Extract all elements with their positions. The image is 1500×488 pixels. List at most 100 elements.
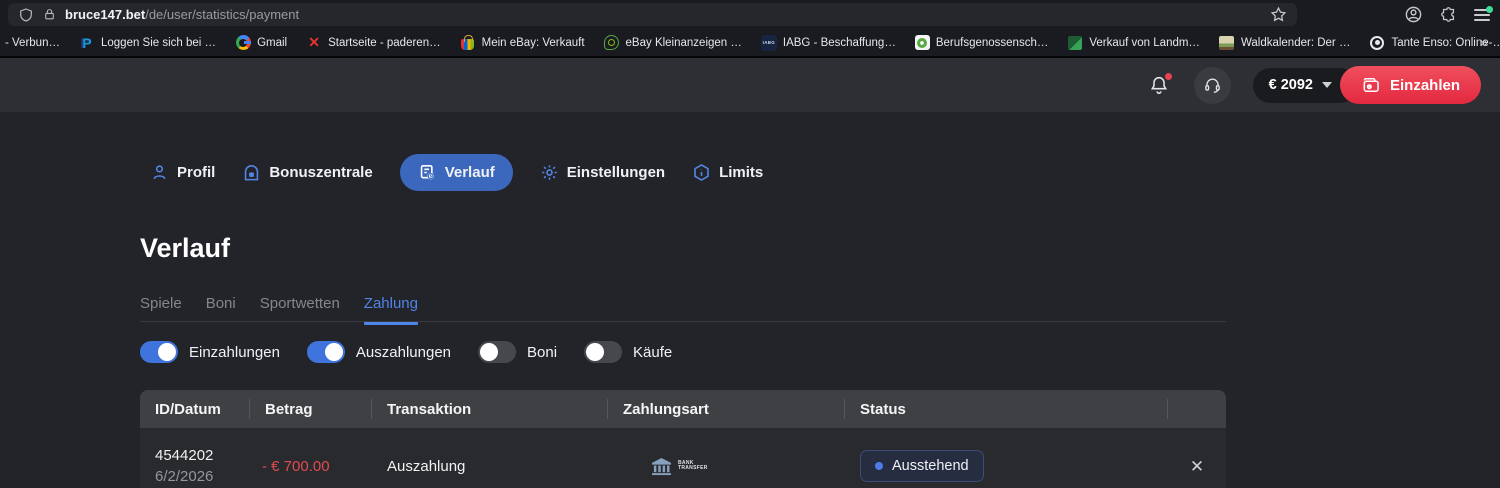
wallet-icon <box>1361 75 1381 95</box>
bookmark-label: eBay Kleinanzeigen … <box>626 37 742 49</box>
url-bar[interactable]: bruce147.bet/de/user/statistics/payment <box>8 3 1297 26</box>
cell-transaktion: Auszahlung <box>372 458 608 475</box>
cell-id-datum: 4544202 6/2/2026 <box>140 445 250 487</box>
col-transaktion: Transaktion <box>372 390 608 428</box>
forest-calendar-icon <box>1219 35 1235 51</box>
iabg-icon: IABG <box>761 35 777 51</box>
filter-auszahlungen: Auszahlungen <box>307 341 451 363</box>
bookmark-item[interactable]: Berufsgenossensch… <box>915 35 1049 50</box>
bookmarks-bar: - Verbun… P Loggen Sie sich bei … Gmail ✕… <box>0 29 1500 56</box>
url-path: /de/user/statistics/payment <box>145 7 299 22</box>
notification-dot <box>1165 73 1172 80</box>
filter-label: Boni <box>527 344 557 361</box>
payment-method-label: BANK TRANSFER <box>678 461 708 472</box>
browser-toolbar: bruce147.bet/de/user/statistics/payment <box>0 0 1500 29</box>
table-row: 4544202 6/2/2026 - € 700.00 Auszahlung B… <box>140 428 1226 488</box>
filter-label: Einzahlungen <box>189 344 280 361</box>
table-header: ID/Datum Betrag Transaktion Zahlungsart … <box>140 390 1226 428</box>
filter-label: Auszahlungen <box>356 344 451 361</box>
support-headset-icon[interactable] <box>1194 67 1231 104</box>
tab-limits[interactable]: Limits <box>692 154 763 191</box>
status-badge: Ausstehend <box>860 450 984 482</box>
cell-status: Ausstehend <box>845 450 1168 482</box>
cell-zahlungsart: BANK TRANSFER <box>608 457 845 476</box>
cell-betrag: - € 700.00 <box>250 458 372 475</box>
lock-icon[interactable] <box>43 8 56 21</box>
circle-dot-icon <box>1369 35 1385 51</box>
transactions-table: ID/Datum Betrag Transaktion Zahlungsart … <box>140 390 1226 488</box>
transaction-id: 4544202 <box>155 445 250 466</box>
bookmark-label: IABG - Beschaffung… <box>783 37 896 49</box>
paypal-icon: P <box>79 35 95 51</box>
bookmark-label: Startseite - paderen… <box>328 37 441 49</box>
bookmark-label: Waldkalender: Der … <box>1241 37 1351 49</box>
bookmark-item[interactable]: Verkauf von Landm… <box>1067 35 1200 51</box>
bookmark-label: - Verbun… <box>5 37 60 49</box>
cell-actions: ✕ <box>1168 458 1226 475</box>
bookmark-item[interactable]: IABG IABG - Beschaffung… <box>761 35 896 51</box>
browser-actions <box>1404 0 1490 29</box>
tab-profil[interactable]: Profil <box>150 154 215 191</box>
extensions-puzzle-icon[interactable] <box>1440 6 1457 23</box>
account-nav-tabs: Profil Bonuszentrale Verlauf Einstellung… <box>150 154 763 191</box>
transaction-date: 6/2/2026 <box>155 466 250 487</box>
toggle-auszahlungen[interactable] <box>307 341 345 363</box>
bookmark-item[interactable]: - Verbun… <box>2 36 60 50</box>
bookmark-item[interactable]: eBay Kleinanzeigen … <box>604 35 742 51</box>
col-betrag: Betrag <box>250 390 372 428</box>
balance-amount: € 2092 <box>1269 77 1313 93</box>
bookmark-item[interactable]: Waldkalender: Der … <box>1219 35 1351 51</box>
filter-boni: Boni <box>478 341 557 363</box>
bookmark-star-icon[interactable] <box>1270 6 1287 23</box>
ebay-bag-icon <box>460 35 476 51</box>
tab-einstellungen[interactable]: Einstellungen <box>540 154 665 191</box>
account-icon[interactable] <box>1404 5 1423 24</box>
history-doc-icon <box>418 163 437 182</box>
tracking-shield-icon[interactable] <box>18 7 34 23</box>
toggle-einzahlungen[interactable] <box>140 341 178 363</box>
tab-label: Profil <box>177 164 215 181</box>
filter-label: Käufe <box>633 344 672 361</box>
bookmark-item[interactable]: Gmail <box>235 35 287 51</box>
update-dot <box>1486 6 1493 13</box>
tab-bonuszentrale[interactable]: Bonuszentrale <box>242 154 372 191</box>
status-label: Ausstehend <box>892 458 969 474</box>
bookmark-label: Berufsgenossensch… <box>936 37 1049 49</box>
bookmark-item[interactable]: Mein eBay: Verkauft <box>460 35 585 51</box>
site-header: € 2092 Einzahlen <box>0 58 1500 112</box>
menu-hamburger-icon[interactable] <box>1474 9 1490 21</box>
green-circle-icon <box>915 35 930 50</box>
col-status: Status <box>845 390 1168 428</box>
bookmarks-overflow-chevron-icon[interactable]: » <box>1480 34 1486 51</box>
chevron-down-icon <box>1322 82 1332 88</box>
deposit-button-label: Einzahlen <box>1390 77 1460 94</box>
ebay-kleinanzeigen-icon <box>604 35 620 51</box>
close-icon[interactable]: ✕ <box>1190 458 1204 475</box>
deposit-button[interactable]: Einzahlen <box>1340 66 1481 104</box>
tab-verlauf[interactable]: Verlauf <box>400 154 513 191</box>
tab-label: Verlauf <box>445 164 495 181</box>
bookmark-label: Verkauf von Landm… <box>1089 37 1200 49</box>
col-id-datum: ID/Datum <box>140 390 250 428</box>
hexagon-info-icon <box>692 163 711 182</box>
status-dot-icon <box>875 462 883 470</box>
bookmark-label: Loggen Sie sich bei … <box>101 37 216 49</box>
google-icon <box>235 35 251 51</box>
header-actions: € 2092 Einzahlen <box>1148 58 1481 112</box>
notifications-bell-icon[interactable] <box>1148 74 1170 96</box>
bookmark-item[interactable]: ✕ Startseite - paderen… <box>306 35 441 51</box>
url-text[interactable]: bruce147.bet/de/user/statistics/payment <box>65 7 299 22</box>
page-title: Verlauf <box>140 233 230 264</box>
gear-icon <box>540 163 559 182</box>
filter-kaeufe: Käufe <box>584 341 672 363</box>
bookmark-item[interactable]: P Loggen Sie sich bei … <box>79 35 216 51</box>
toggle-kaeufe[interactable] <box>584 341 622 363</box>
tab-label: Bonuszentrale <box>269 164 372 181</box>
tab-label: Einstellungen <box>567 164 665 181</box>
col-actions <box>1168 390 1226 428</box>
green-square-icon <box>1067 35 1083 51</box>
bookmark-label: Gmail <box>257 37 287 49</box>
url-host: bruce147.bet <box>65 7 145 22</box>
red-x-icon: ✕ <box>306 35 322 51</box>
toggle-boni[interactable] <box>478 341 516 363</box>
